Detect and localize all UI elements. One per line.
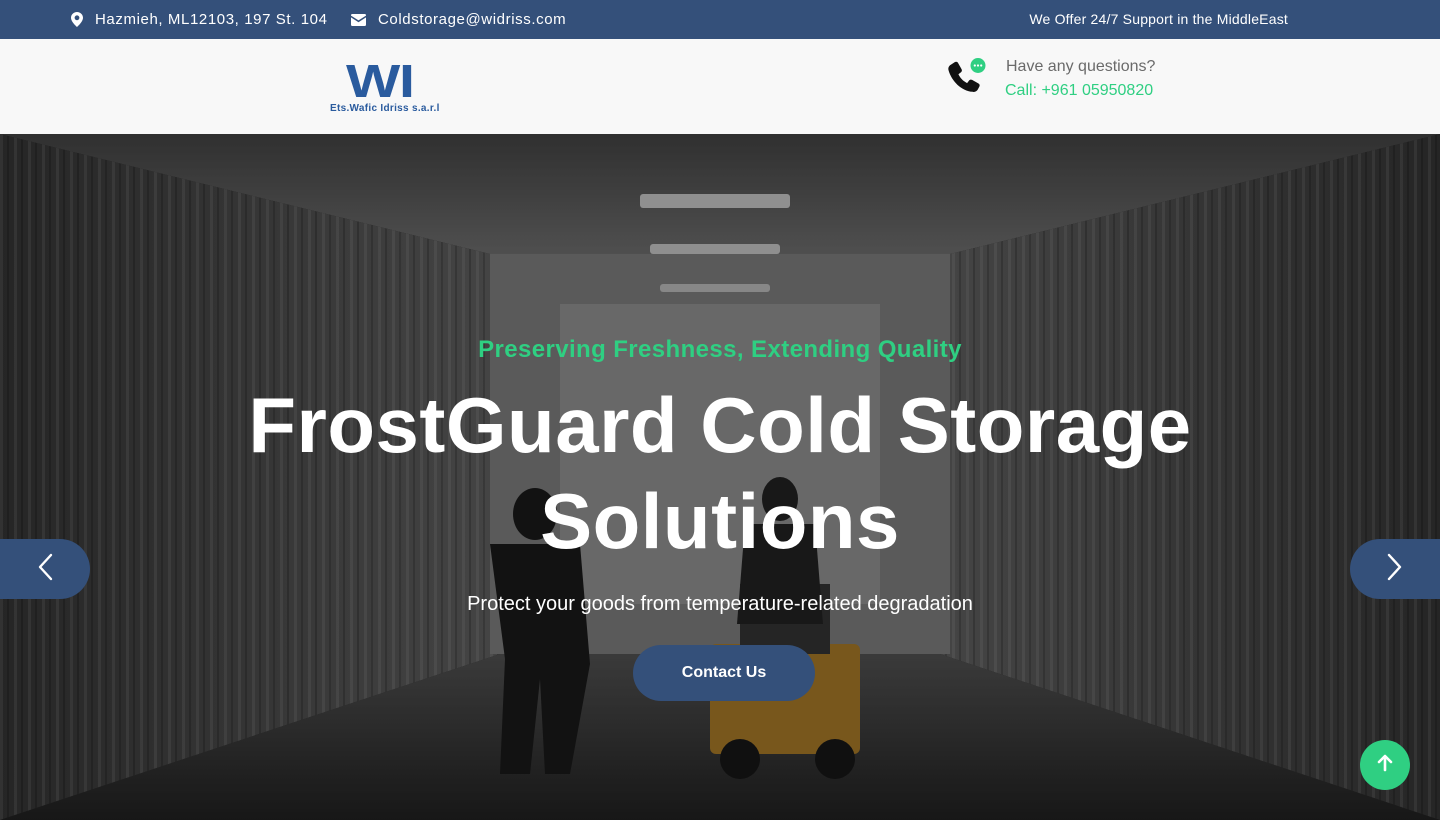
- contact-us-button[interactable]: Contact Us: [633, 645, 815, 701]
- support-text: We Offer 24/7 Support in the MiddleEast: [1029, 10, 1288, 27]
- logo-company-name: Ets.Wafic Idriss s.a.r.l: [330, 103, 440, 114]
- contact-question: Have any questions?: [1006, 58, 1156, 75]
- hero-headline: FrostGuard Cold Storage Solutions: [248, 381, 1192, 565]
- slider-next-button[interactable]: [1350, 539, 1440, 599]
- hero-subline: Protect your goods from temperature-rela…: [467, 593, 973, 615]
- address-text: Hazmieh, ML12103, 197 St. 104: [95, 11, 328, 28]
- chevron-right-icon: [1387, 553, 1403, 586]
- email-info[interactable]: Coldstorage@widriss.com: [351, 0, 566, 39]
- hero-slider: Preserving Freshness, Extending Quality …: [0, 134, 1440, 820]
- company-logo[interactable]: WI Ets.Wafic Idriss s.a.r.l: [329, 55, 453, 115]
- envelope-icon: [351, 13, 366, 26]
- address-info: Hazmieh, ML12103, 197 St. 104: [71, 0, 328, 39]
- phone-chat-icon: [946, 58, 988, 98]
- map-marker-icon: [71, 12, 83, 27]
- back-to-top-button[interactable]: [1360, 740, 1410, 790]
- hero-tagline: Preserving Freshness, Extending Quality: [478, 336, 962, 363]
- logo-mark: WI: [346, 55, 415, 107]
- arrow-up-icon: [1377, 754, 1393, 777]
- slider-prev-button[interactable]: [0, 539, 90, 599]
- top-bar: Hazmieh, ML12103, 197 St. 104 Coldstorag…: [0, 0, 1440, 39]
- chevron-left-icon: [37, 553, 53, 586]
- email-link[interactable]: Coldstorage@widriss.com: [378, 11, 566, 28]
- site-header: WI Ets.Wafic Idriss s.a.r.l Have any que…: [0, 39, 1440, 134]
- contact-phone-link[interactable]: Call: +961 05950820: [1005, 82, 1153, 100]
